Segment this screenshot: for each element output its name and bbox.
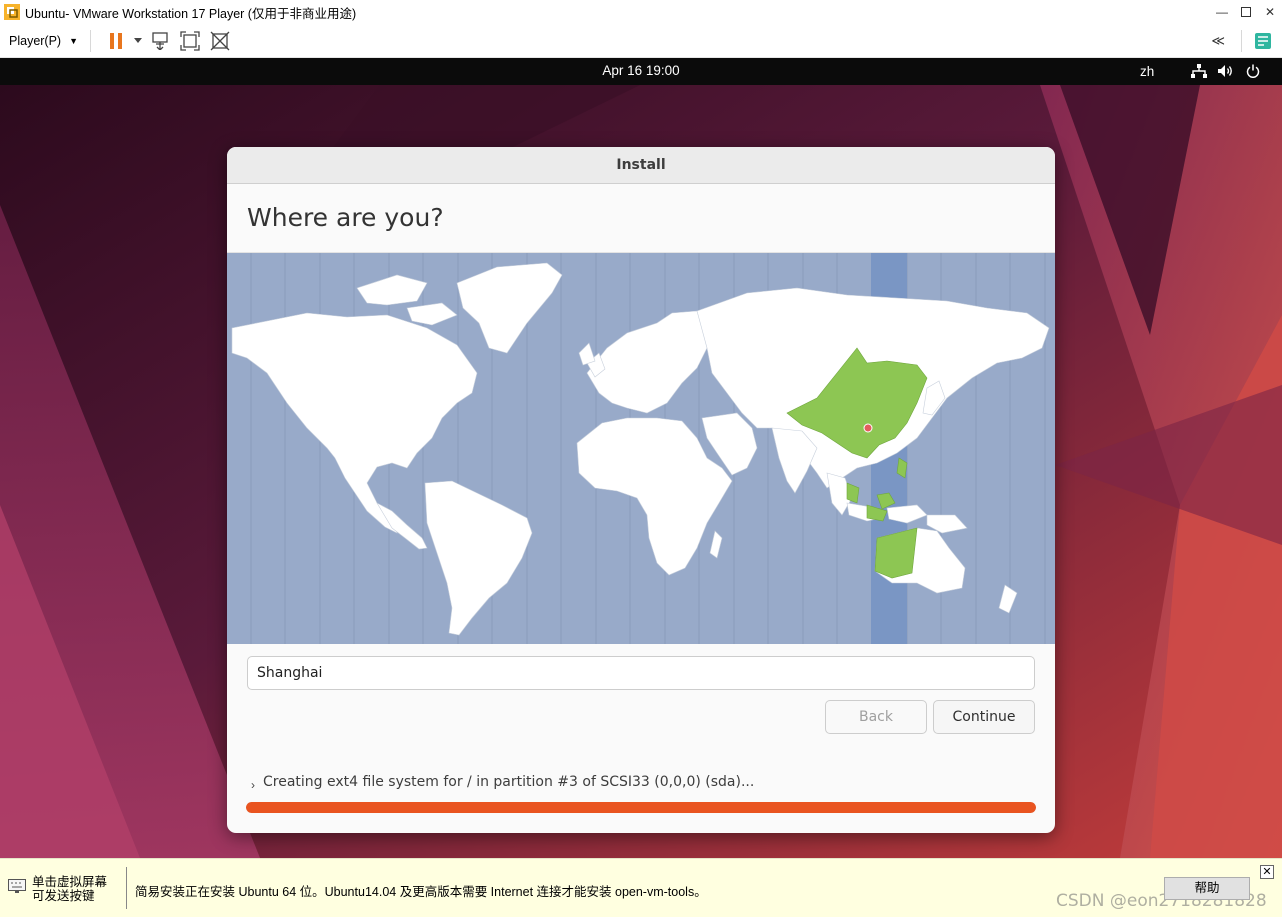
vmware-logo-icon (4, 4, 20, 20)
click-hint-line2: 可发送按键 (32, 889, 95, 903)
install-message: 简易安装正在安装 Ubuntu 64 位。Ubuntu14.04 及更高版本需要… (135, 885, 707, 899)
vmware-titlebar: Ubuntu- VMware Workstation 17 Player (仅用… (0, 0, 1282, 24)
land-masses (231, 262, 1050, 636)
location-pin-icon (863, 423, 873, 433)
dropdown-caret-icon[interactable] (131, 26, 145, 56)
click-hint-line1: 单击虚拟屏幕 (32, 875, 108, 889)
send-ctrl-alt-del-icon[interactable] (145, 26, 175, 56)
help-button[interactable]: 帮助 (1164, 877, 1250, 900)
install-progress-bar (246, 802, 1036, 813)
volume-icon[interactable] (1217, 62, 1235, 80)
install-dialog-title: Install (227, 147, 1055, 184)
player-menu[interactable]: Player(P) ▼ (0, 24, 86, 57)
player-menu-label: Player(P) (9, 33, 62, 48)
library-icon[interactable] (1248, 26, 1278, 56)
page-title: Where are you? (227, 184, 1055, 253)
maximize-button[interactable] (1234, 0, 1258, 24)
ubuntu-top-bar: Apr 16 19:00 zh (0, 58, 1282, 85)
timezone-map[interactable] (227, 253, 1055, 644)
chevron-down-icon: ▼ (69, 35, 79, 46)
vmware-notification-bar: 单击虚拟屏幕 可发送按键 简易安装正在安装 Ubuntu 64 位。Ubuntu… (0, 858, 1282, 917)
toolbar-divider (1241, 30, 1242, 52)
install-progress-fill (246, 802, 1036, 813)
clock[interactable]: Apr 16 19:00 (0, 63, 1282, 78)
chevron-right-icon[interactable]: › (251, 778, 255, 792)
click-hint: 单击虚拟屏幕 可发送按键 (32, 875, 107, 903)
install-dialog: Install Where are you? Shanghai Back Con… (227, 147, 1055, 833)
pause-icon[interactable] (101, 26, 131, 56)
network-icon[interactable] (1190, 62, 1208, 80)
input-language-indicator[interactable]: zh (1140, 64, 1154, 79)
close-icon[interactable]: ✕ (1260, 865, 1274, 879)
continue-button[interactable]: Continue (933, 700, 1035, 734)
minimize-button[interactable]: — (1210, 0, 1234, 24)
guest-screen[interactable]: Apr 16 19:00 zh Install Where are you? S… (0, 58, 1282, 858)
collapse-toolbar-button[interactable]: ≪ (1211, 33, 1225, 49)
vmware-window-title: Ubuntu- VMware Workstation 17 Player (仅用… (25, 6, 357, 21)
timezone-input[interactable]: Shanghai (247, 656, 1035, 690)
fit-guest-icon[interactable] (175, 26, 205, 56)
toolbar-divider (90, 29, 92, 52)
close-button[interactable]: ✕ (1258, 0, 1282, 24)
vmware-toolbar: Player(P) ▼ ≪ (0, 24, 1282, 58)
progress-status-text: Creating ext4 file system for / in parti… (263, 774, 755, 790)
bottom-bar-divider (126, 867, 127, 909)
back-button[interactable]: Back (825, 700, 927, 734)
world-map[interactable] (227, 253, 1055, 644)
power-icon[interactable] (1244, 62, 1262, 80)
unity-icon[interactable] (205, 26, 235, 56)
keyboard-icon (8, 879, 26, 893)
